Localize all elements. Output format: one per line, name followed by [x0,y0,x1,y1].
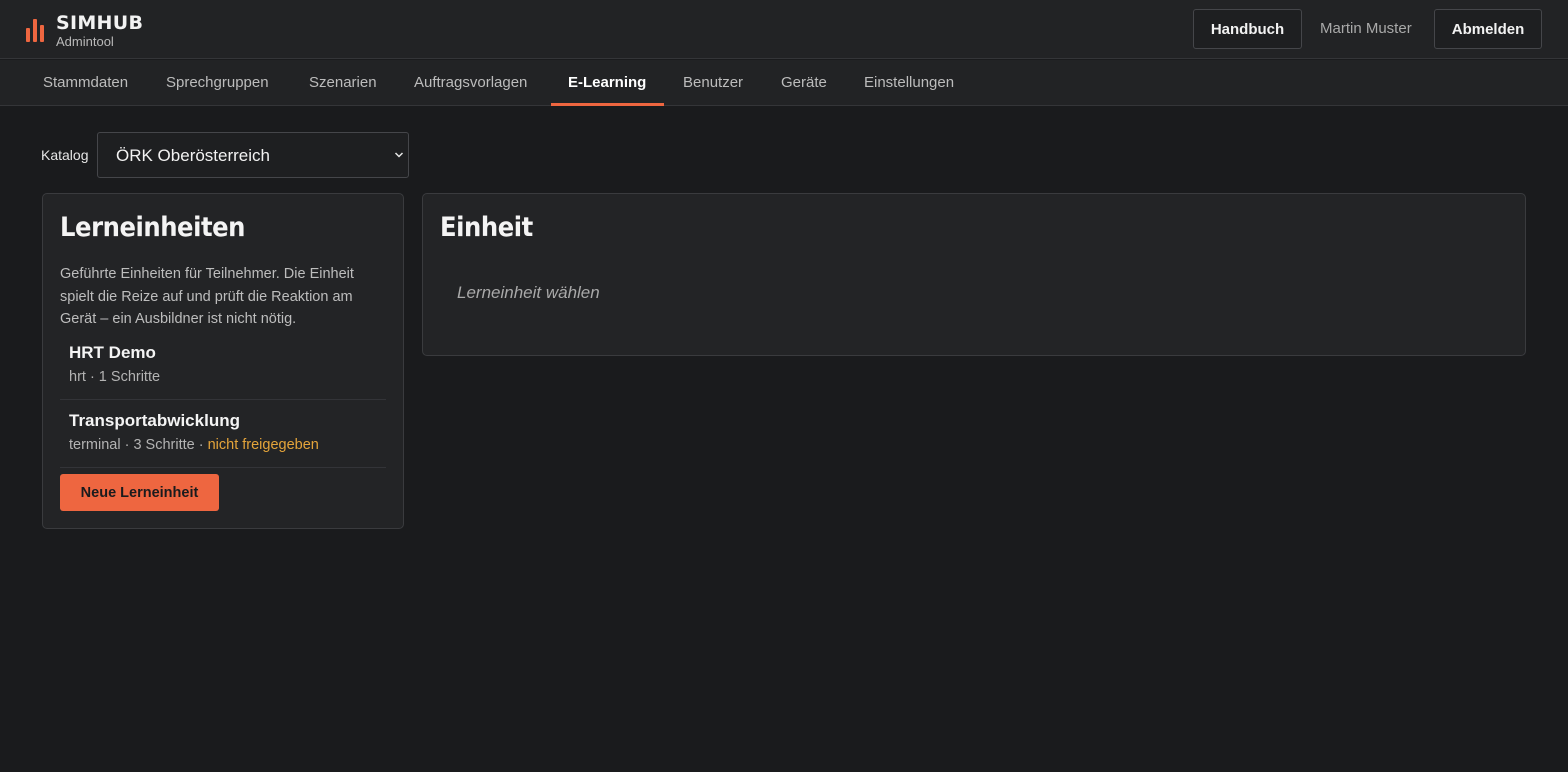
new-unit-button[interactable]: Neue Lerneinheit [60,474,219,511]
user-name: Martin Muster [1320,20,1412,37]
tab-einstellungen[interactable]: Einstellungen [864,74,954,91]
detail-panel-title: Einheit [440,212,533,243]
unit-meta: terminal · 3 Schritte · nicht freigegebe… [69,437,319,453]
main-nav: Stammdaten Sprechgruppen Szenarien Auftr… [0,60,1568,106]
chevron-down-icon [394,152,404,158]
unit-detail-panel: Einheit Lerneinheit wählen [422,193,1526,356]
handbook-button[interactable]: Handbuch [1193,9,1302,49]
tab-sprechgruppen[interactable]: Sprechgruppen [166,74,269,91]
bar-chart-icon [26,19,44,42]
unit-list-item[interactable]: Transportabwicklung terminal · 3 Schritt… [60,408,386,468]
logout-button[interactable]: Abmelden [1434,9,1542,49]
catalog-select[interactable]: ÖRK Oberösterreich [97,132,409,178]
unit-title: Transportabwicklung [69,411,240,430]
unit-title: HRT Demo [69,343,156,362]
detail-placeholder: Lerneinheit wählen [457,283,600,302]
unit-list-item[interactable]: HRT Demo hrt · 1 Schritte [60,340,386,400]
tab-geraete[interactable]: Geräte [781,74,827,91]
catalog-selected-value: ÖRK Oberösterreich [116,146,270,165]
status-not-released: nicht freigegeben [207,437,319,453]
unit-meta: hrt · 1 Schritte [69,369,161,385]
units-panel-title: Lerneinheiten [60,212,246,243]
catalog-label: Katalog [41,147,89,163]
units-panel: Lerneinheiten Geführte Einheiten für Tei… [42,193,404,529]
tab-szenarien[interactable]: Szenarien [309,74,377,91]
tab-e-learning[interactable]: E-Learning [568,74,646,91]
units-panel-description: Geführte Einheiten für Teilnehmer. Die E… [60,266,354,327]
tab-auftragsvorlagen[interactable]: Auftragsvorlagen [414,74,527,91]
top-bar: SIMHUB Admintool Handbuch Martin Muster … [0,0,1568,59]
tab-benutzer[interactable]: Benutzer [683,74,743,91]
tab-stammdaten[interactable]: Stammdaten [43,74,128,91]
brand-name: SIMHUB [56,12,144,34]
brand-subtitle: Admintool [56,34,114,49]
active-tab-indicator [551,103,664,106]
